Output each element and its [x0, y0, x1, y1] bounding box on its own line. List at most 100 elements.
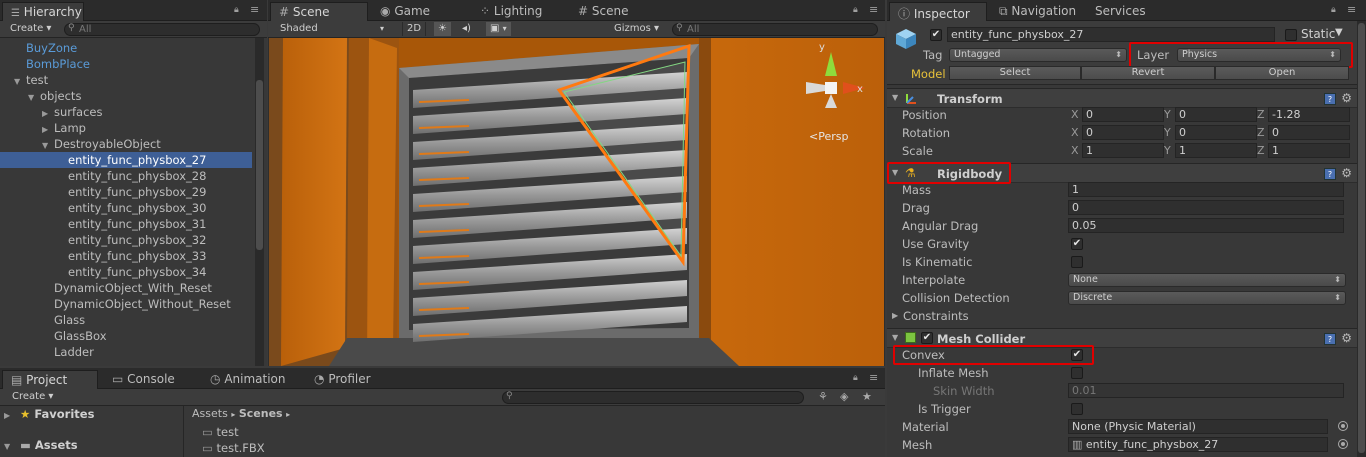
- axis-label-x[interactable]: X: [1071, 142, 1079, 160]
- hierarchy-scroll-thumb[interactable]: [256, 80, 263, 250]
- tab-hierarchy[interactable]: ☰ Hierarchy: [2, 2, 84, 21]
- filter-type-icon[interactable]: ⚘: [818, 390, 828, 403]
- tab-project[interactable]: ▤ Project: [2, 370, 98, 389]
- help-icon[interactable]: ?: [1324, 168, 1336, 180]
- axis-label-x[interactable]: X: [1071, 106, 1079, 124]
- inspector-scroll-thumb[interactable]: [1358, 23, 1365, 453]
- breadcrumb-scenes[interactable]: Scenes: [239, 407, 283, 420]
- model-revert-button[interactable]: Revert: [1081, 66, 1215, 80]
- tag-dropdown[interactable]: Untagged ⬍: [949, 48, 1127, 62]
- assets-row[interactable]: ▼ ▬ Assets: [0, 437, 183, 453]
- model-open-button[interactable]: Open: [1215, 66, 1349, 80]
- transform-z-field[interactable]: 1: [1268, 143, 1350, 158]
- hierarchy-item[interactable]: ▶ surfaces: [0, 104, 252, 120]
- scene-lighting-toggle[interactable]: ☀: [434, 22, 451, 36]
- favorites-row[interactable]: ▶ ★ Favorites: [0, 406, 183, 422]
- help-icon[interactable]: ?: [1324, 333, 1336, 345]
- is-trigger-checkbox[interactable]: [1071, 403, 1083, 415]
- mode-2d-toggle[interactable]: 2D: [402, 22, 427, 36]
- object-picker-icon[interactable]: [1338, 421, 1348, 431]
- hierarchy-item[interactable]: BombPlace: [0, 56, 252, 72]
- project-file-row[interactable]: ▭ test: [202, 424, 885, 440]
- axis-label-x[interactable]: X: [1071, 124, 1079, 142]
- favorite-star-icon[interactable]: ★: [862, 390, 872, 403]
- mesh-field[interactable]: ▥ entity_func_physbox_27: [1068, 437, 1328, 452]
- gear-icon[interactable]: ⚙: [1341, 166, 1352, 180]
- active-checkbox[interactable]: ✔: [930, 29, 942, 41]
- axis-label-z[interactable]: Z: [1257, 106, 1265, 124]
- shading-mode-dropdown[interactable]: Shaded ▾: [276, 22, 388, 36]
- tab-inspector[interactable]: ⓘ Inspector: [889, 2, 987, 21]
- hierarchy-item[interactable]: ▶ Lamp: [0, 120, 252, 136]
- drag-field[interactable]: 0: [1068, 200, 1344, 215]
- hierarchy-search-input[interactable]: ⚲ All: [64, 23, 260, 36]
- scene-viewport[interactable]: y x <Persp: [269, 38, 884, 366]
- tab-profiler[interactable]: ◔ Profiler: [306, 370, 396, 389]
- hierarchy-item[interactable]: Glass: [0, 312, 252, 328]
- tab-scene-2[interactable]: # Scene: [570, 2, 660, 21]
- filter-label-icon[interactable]: ◈: [840, 390, 848, 403]
- mass-field[interactable]: 1: [1068, 182, 1344, 197]
- hierarchy-item[interactable]: entity_func_physbox_27: [0, 152, 252, 168]
- lock-icon[interactable]: 🔒︎: [1331, 5, 1340, 15]
- hierarchy-scrollbar[interactable]: [255, 38, 264, 366]
- hierarchy-item[interactable]: entity_func_physbox_29: [0, 184, 252, 200]
- hierarchy-item[interactable]: ▼ test: [0, 72, 252, 88]
- hierarchy-item[interactable]: Ladder: [0, 344, 252, 360]
- lock-icon[interactable]: 🔒︎: [853, 373, 862, 383]
- transform-x-field[interactable]: 1: [1082, 143, 1164, 158]
- gizmos-dropdown[interactable]: Gizmos ▾: [610, 22, 663, 36]
- collision-detection-dropdown[interactable]: Discrete ⬍: [1068, 291, 1346, 305]
- axis-label-y[interactable]: Y: [1164, 106, 1171, 124]
- tab-services[interactable]: Services: [1087, 2, 1163, 21]
- static-checkbox[interactable]: [1285, 29, 1297, 41]
- constraints-row[interactable]: ▶ Constraints: [887, 307, 1366, 325]
- interpolate-dropdown[interactable]: None ⬍: [1068, 273, 1346, 287]
- transform-y-field[interactable]: 0: [1175, 125, 1257, 140]
- angular-drag-field[interactable]: 0.05: [1068, 218, 1344, 233]
- axis-label-y[interactable]: Y: [1164, 124, 1171, 142]
- transform-y-field[interactable]: 1: [1175, 143, 1257, 158]
- scene-effects-dropdown[interactable]: ▣ ▾: [486, 22, 511, 36]
- transform-y-field[interactable]: 0: [1175, 107, 1257, 122]
- hierarchy-item[interactable]: entity_func_physbox_28: [0, 168, 252, 184]
- panel-menu-icon[interactable]: ≡: [1347, 3, 1356, 16]
- transform-z-field[interactable]: -1.28: [1268, 107, 1350, 122]
- hierarchy-item[interactable]: ▼ DestroyableObject: [0, 136, 252, 152]
- help-icon[interactable]: ?: [1324, 93, 1336, 105]
- use-gravity-checkbox[interactable]: ✔: [1071, 238, 1083, 250]
- hierarchy-item[interactable]: GlassBox: [0, 328, 252, 344]
- is-kinematic-checkbox[interactable]: [1071, 256, 1083, 268]
- mesh-collider-enabled-checkbox[interactable]: ✔: [921, 332, 933, 344]
- breadcrumb-assets[interactable]: Assets: [192, 407, 228, 420]
- hierarchy-item[interactable]: entity_func_physbox_32: [0, 232, 252, 248]
- model-select-button[interactable]: Select: [949, 66, 1081, 80]
- panel-menu-icon[interactable]: ≡: [869, 371, 878, 384]
- project-search-input[interactable]: ⚲: [502, 391, 804, 404]
- transform-header[interactable]: ▼ Transform ? ⚙: [887, 88, 1366, 108]
- transform-x-field[interactable]: 0: [1082, 107, 1164, 122]
- hierarchy-item[interactable]: entity_func_physbox_30: [0, 200, 252, 216]
- tab-lighting[interactable]: ⁘ Lighting: [472, 2, 564, 21]
- scene-audio-toggle[interactable]: ◂): [458, 22, 475, 36]
- material-field[interactable]: None (Physic Material): [1068, 419, 1328, 434]
- transform-x-field[interactable]: 0: [1082, 125, 1164, 140]
- axis-label-z[interactable]: Z: [1257, 124, 1265, 142]
- tab-console[interactable]: ▭ Console: [104, 370, 190, 389]
- hierarchy-item[interactable]: entity_func_physbox_31: [0, 216, 252, 232]
- hierarchy-item[interactable]: entity_func_physbox_33: [0, 248, 252, 264]
- persp-label[interactable]: <Persp: [809, 130, 848, 143]
- hierarchy-item[interactable]: DynamicObject_With_Reset: [0, 280, 252, 296]
- scene-search-input[interactable]: ⚲ All: [672, 23, 878, 36]
- project-file-row[interactable]: ▭ test.FBX: [202, 440, 885, 456]
- hierarchy-create-button[interactable]: Create ▾: [6, 22, 55, 36]
- lock-icon[interactable]: 🔒︎: [853, 5, 862, 15]
- panel-menu-icon[interactable]: ≡: [250, 3, 259, 16]
- skin-width-field[interactable]: 0.01: [1068, 383, 1344, 398]
- tab-navigation[interactable]: ⧉ Navigation: [991, 2, 1091, 21]
- tab-scene[interactable]: # Scene: [270, 2, 368, 21]
- hierarchy-item[interactable]: entity_func_physbox_34: [0, 264, 252, 280]
- object-name-field[interactable]: entity_func_physbox_27: [947, 27, 1275, 42]
- hierarchy-item[interactable]: ▼ objects: [0, 88, 252, 104]
- chevron-down-icon[interactable]: ▼: [1335, 27, 1343, 38]
